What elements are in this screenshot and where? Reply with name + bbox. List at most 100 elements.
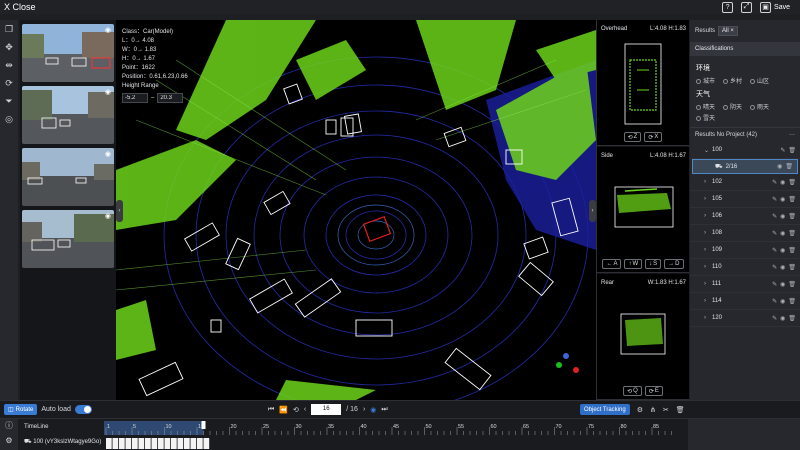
eye-icon[interactable]: ◉ [105, 88, 111, 96]
rotate-button[interactable]: ◫ Rotate [4, 404, 38, 415]
timeline-frame-cell[interactable] [112, 438, 119, 449]
side-view[interactable]: Side L:4.08 H:1.67 ← A ↑ W ↓ S → D [597, 147, 689, 273]
frame-input[interactable]: 16 [311, 404, 342, 415]
point-cloud-canvas[interactable] [116, 20, 596, 400]
selected-box[interactable] [362, 216, 392, 242]
tree-item[interactable]: › 108 ✎ ◉ 🗑 [690, 225, 800, 242]
edit-icon[interactable]: ✎ [772, 213, 777, 220]
edit-icon[interactable]: ✎ [772, 315, 777, 322]
key-s[interactable]: ↓ S [645, 259, 662, 269]
eye-icon[interactable]: ◉ [780, 315, 785, 322]
close-button[interactable]: X Close [4, 2, 36, 12]
filter-chip[interactable]: All × [718, 26, 738, 36]
delete-icon[interactable]: 🗑 [788, 264, 796, 271]
flip-icon[interactable]: ⇹ [0, 56, 18, 74]
rewind-icon[interactable]: ⏪ [279, 406, 288, 414]
tree-item[interactable]: › 111 ✎ ◉ 🗑 [690, 276, 800, 293]
tree-item[interactable]: › 120 ✎ ◉ 🗑 [690, 310, 800, 327]
timeline-frame-cell[interactable] [125, 438, 132, 449]
object-tracking-button[interactable]: Object Tracking [580, 404, 630, 415]
camera-thumbnail[interactable]: ◉ [22, 86, 114, 144]
edit-icon[interactable]: ✎ [772, 196, 777, 203]
tree-item[interactable]: › 106 ✎ ◉ 🗑 [690, 208, 800, 225]
timeline-frame-cell[interactable] [132, 438, 138, 449]
tree-item[interactable]: › 110 ✎ ◉ 🗑 [690, 259, 800, 276]
last-frame-icon[interactable]: ⏭ [381, 406, 387, 414]
loop-icon[interactable]: ⟲ [293, 406, 299, 414]
globe-icon[interactable]: ◎ [0, 110, 18, 128]
rotate-left-z-key[interactable]: ⟲ Z [623, 132, 642, 142]
first-frame-icon[interactable]: ⏮ [268, 406, 274, 414]
delete-icon[interactable]: 🗑 [788, 179, 796, 186]
rotate-right-e-key[interactable]: ⟳ E [644, 386, 663, 396]
delete-icon[interactable]: 🗑 [788, 230, 796, 237]
env-option[interactable]: 乡村 [723, 76, 742, 85]
chevron-right-icon[interactable]: › [704, 247, 712, 253]
prev-frame-icon[interactable]: ‹ [304, 406, 306, 413]
key-a[interactable]: ← A [602, 259, 622, 269]
auto-load-toggle[interactable] [74, 405, 92, 414]
timeline-frame-cell[interactable] [119, 438, 125, 449]
eye-icon[interactable]: ◉ [780, 179, 785, 186]
delete-icon[interactable]: 🗑 [788, 315, 796, 322]
next-frame-icon[interactable]: › [363, 406, 365, 413]
camera-thumbnail[interactable]: ◉ [22, 210, 114, 268]
chevron-down-icon[interactable]: ⌄ [704, 147, 712, 154]
play-icon[interactable]: ◉ [370, 406, 376, 414]
layers-icon[interactable]: ❐ [0, 20, 18, 38]
delete-icon[interactable]: 🗑 [788, 196, 796, 203]
eye-icon[interactable]: ◉ [105, 26, 111, 34]
timeline-frame-cell[interactable] [145, 438, 151, 449]
rotate-icon[interactable]: ⟳ [0, 74, 18, 92]
key-d[interactable]: → D [664, 259, 684, 269]
overhead-view[interactable]: Overhead L:4.08 H:1.83 ⟲ Z ⟳ X [597, 20, 689, 146]
eye-icon[interactable]: ◉ [780, 213, 785, 220]
height-min-input[interactable] [122, 93, 148, 103]
eye-icon[interactable]: ◉ [105, 212, 111, 220]
chevron-right-icon[interactable]: › [704, 230, 712, 236]
tree-item[interactable]: › 109 ✎ ◉ 🗑 [690, 242, 800, 259]
edit-icon[interactable]: ✎ [772, 298, 777, 305]
env-option[interactable]: 城市 [696, 76, 715, 85]
move-icon[interactable]: ✥ [0, 38, 18, 56]
timeline-frame-cell[interactable] [106, 438, 112, 449]
timeline-frame-cell[interactable] [197, 438, 203, 449]
edit-icon[interactable]: ✎ [772, 230, 777, 237]
timeline-frame-cell[interactable] [190, 438, 197, 449]
camera-thumbnail[interactable]: ◉ [22, 148, 114, 206]
timeline-frame-cell[interactable] [158, 438, 164, 449]
weather-option[interactable]: 晴天 [696, 102, 715, 111]
eye-icon[interactable]: ◉ [780, 247, 785, 254]
env-option[interactable]: 山区 [750, 76, 769, 85]
scissors-icon[interactable]: ✂ [663, 406, 669, 414]
key-w[interactable]: ↑ W [624, 259, 643, 269]
timeline-frame-cell[interactable] [177, 438, 184, 449]
edit-icon[interactable]: ✎ [772, 247, 777, 254]
settings-icon[interactable]: ⚙ [637, 406, 643, 414]
timeline-frame-cell[interactable] [203, 438, 210, 449]
rear-view[interactable]: Rear W:1.83 H:1.67 ⟲ Q ⟳ E [597, 274, 689, 400]
rotate-left-q-key[interactable]: ⟲ Q [623, 386, 642, 396]
height-max-input[interactable] [157, 93, 184, 103]
timeline-frame-cell[interactable] [151, 438, 158, 449]
eye-icon[interactable]: ◉ [105, 150, 111, 158]
help-icon[interactable]: ? [722, 1, 734, 13]
info-icon[interactable]: ⓘ [0, 420, 18, 431]
tree-child-selected[interactable]: ⛟ 2/16 ◉ 🗑 [692, 159, 798, 174]
more-menu-icon[interactable]: ··· [789, 132, 795, 138]
eye-icon[interactable]: ◉ [780, 264, 785, 271]
delete-icon[interactable]: 🗑 [788, 281, 796, 288]
timeline-frame-cell[interactable] [171, 438, 177, 449]
chevron-right-icon[interactable]: › [704, 281, 712, 287]
hierarchy-icon[interactable]: ⋔ [650, 406, 656, 414]
collapse-left-button[interactable]: ‹ [116, 200, 123, 222]
eye-icon[interactable]: ◉ [777, 163, 782, 170]
edit-icon[interactable]: ✎ [772, 264, 777, 271]
classifications-header[interactable]: Classifications [690, 42, 800, 56]
eye-icon[interactable]: ◉ [780, 281, 785, 288]
chevron-right-icon[interactable]: › [704, 213, 712, 219]
timeline-frame-cell[interactable] [184, 438, 190, 449]
edit-icon[interactable]: ✎ [772, 179, 777, 186]
tree-item[interactable]: ⌄ 100 ✎ 🗑 [690, 142, 800, 159]
chevron-right-icon[interactable]: › [704, 298, 712, 304]
